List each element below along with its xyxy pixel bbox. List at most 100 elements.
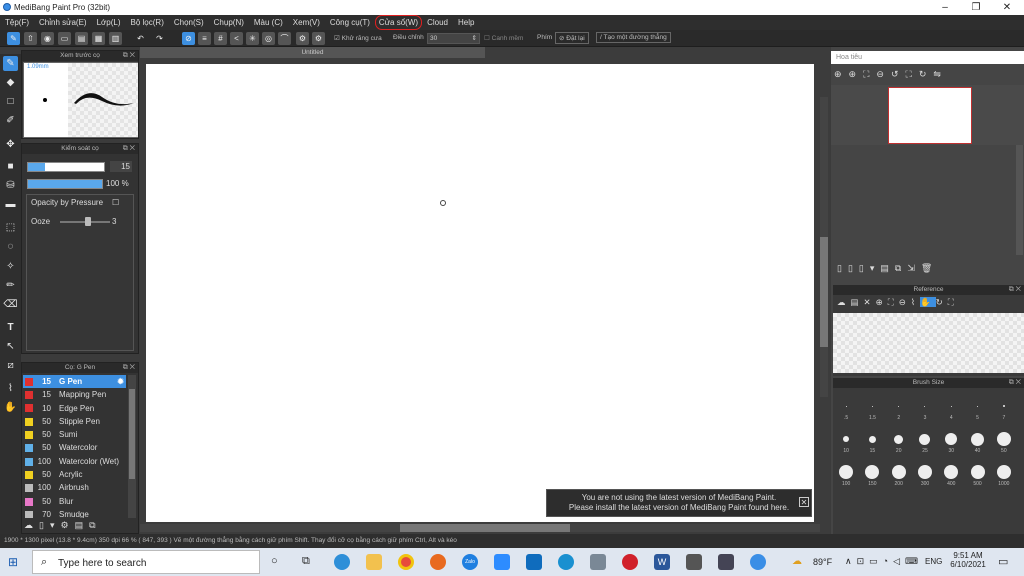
menu-edit[interactable]: Chỉnh sửa(E) xyxy=(34,15,92,30)
brush-settings-icon[interactable]: ✹ xyxy=(117,375,124,388)
cloud-icon[interactable]: ☁ xyxy=(837,297,851,307)
close-button[interactable]: ✕ xyxy=(992,1,1022,14)
drawing-canvas[interactable] xyxy=(146,64,814,522)
size-value[interactable]: 15 xyxy=(110,161,132,172)
magic-wand-icon[interactable]: ✧ xyxy=(3,259,18,274)
brush-size-option[interactable]: 300 xyxy=(912,458,938,491)
brush-size-option[interactable]: 10 xyxy=(833,425,859,458)
menu-window[interactable]: Cửa sổ(W) xyxy=(374,15,423,30)
vertical-scroll-thumb[interactable] xyxy=(820,237,828,347)
update-notice[interactable]: You are not using the latest version of … xyxy=(546,489,812,517)
notice-close-icon[interactable]: ✕ xyxy=(799,497,809,507)
new-brush-icon[interactable]: ▯ xyxy=(39,520,50,530)
fit-icon[interactable]: ⛶ xyxy=(863,69,876,79)
snap-settings-icon[interactable]: ⚙ xyxy=(296,32,309,45)
windows-start-icon[interactable]: ⊞ xyxy=(8,555,18,569)
adjust-input[interactable]: 30 ⇕ xyxy=(427,33,480,44)
brush-size-option[interactable]: 200 xyxy=(886,458,912,491)
brush-item[interactable]: 15 G Pen ✹ xyxy=(23,375,126,389)
opera-icon[interactable] xyxy=(622,554,638,570)
panel-close-icon[interactable]: ⧉ ✕ xyxy=(123,363,135,373)
layer-folder-icon[interactable]: ▤ xyxy=(880,263,895,273)
cortana-icon[interactable]: ○ xyxy=(271,555,278,567)
zoom-out-icon[interactable]: ⊖ xyxy=(899,297,911,307)
browser-icon[interactable] xyxy=(558,554,574,570)
folder-icon[interactable]: ▤ xyxy=(75,520,90,530)
panel-close-icon[interactable]: ⧉ ✕ xyxy=(123,51,135,61)
merge-layer-icon[interactable]: ⇲ xyxy=(907,263,921,273)
snap-options-icon[interactable]: ⚙ xyxy=(312,32,325,45)
antialias-checkbox[interactable]: ☑ Khử răng cưa xyxy=(334,34,382,42)
canvas-tab[interactable]: Untitled xyxy=(140,47,485,58)
brush-list-scrollbar[interactable] xyxy=(128,375,136,518)
vertical-scrollbar[interactable] xyxy=(820,97,828,397)
brush-size-option[interactable]: .5 xyxy=(833,392,859,425)
snap-radial-icon[interactable]: ✳ xyxy=(246,32,259,45)
menu-help[interactable]: Help xyxy=(453,15,479,30)
calculator-icon[interactable] xyxy=(590,554,606,570)
brush-item[interactable]: 15 Mapping Pen xyxy=(23,388,126,401)
rotate-right-icon[interactable]: ↻ xyxy=(919,69,934,79)
straight-line-button[interactable]: / Tạo một đường thẳng xyxy=(596,32,671,43)
minimize-button[interactable]: – xyxy=(930,1,960,14)
menu-select[interactable]: Chọn(S) xyxy=(169,15,209,30)
brush-size-option[interactable]: 5 xyxy=(965,392,991,425)
duplicate-layer-icon[interactable]: ⧉ xyxy=(895,263,907,273)
brush-size-option[interactable]: 3 xyxy=(912,392,938,425)
maximize-button[interactable]: ❐ xyxy=(961,1,991,14)
brush-settings-icon[interactable]: ⚙ xyxy=(60,520,74,530)
ooze-slider-handle[interactable] xyxy=(85,217,91,226)
brush-size-option[interactable]: 50 xyxy=(991,425,1017,458)
menu-cloud[interactable]: Cloud xyxy=(422,15,453,30)
gradient-tool-icon[interactable]: ▬ xyxy=(3,197,18,212)
flip-icon[interactable]: ⇋ xyxy=(933,69,948,79)
edge-icon[interactable] xyxy=(334,554,350,570)
snap-parallel-icon[interactable]: ≡ xyxy=(198,32,211,45)
snap-perspective-icon[interactable]: < xyxy=(230,32,243,45)
brush-mode-icon[interactable]: ✎ xyxy=(7,32,20,45)
blur-tool-icon[interactable]: ✐ xyxy=(3,113,18,128)
hand-icon[interactable]: ✋ xyxy=(920,297,936,307)
brush-item[interactable]: 50 Stipple Pen xyxy=(23,415,126,428)
medibang-taskbar-icon[interactable] xyxy=(750,554,766,570)
duplicate-icon[interactable]: ⧉ xyxy=(89,520,101,530)
mail-icon[interactable] xyxy=(526,554,542,570)
brush-tool-icon[interactable]: ✎ xyxy=(3,56,18,71)
zoom-out-icon[interactable]: ⊖ xyxy=(876,69,891,79)
clock[interactable]: 9:51 AM 6/10/2021 xyxy=(948,551,988,569)
grid-icon[interactable]: ▥ xyxy=(109,32,122,45)
rotate-left-icon[interactable]: ↺ xyxy=(891,69,906,79)
menu-snap[interactable]: Chụp(N) xyxy=(209,15,249,30)
panel-close-icon[interactable]: ⧉ ✕ xyxy=(123,144,135,154)
word-icon[interactable]: W xyxy=(654,554,670,570)
photos-icon[interactable] xyxy=(686,554,702,570)
speech-bubble-icon[interactable]: ◉ xyxy=(41,32,54,45)
brush-item[interactable]: 50 Blur xyxy=(23,495,126,508)
firefox-icon[interactable] xyxy=(430,554,446,570)
select-eraser-icon[interactable]: ⌫ xyxy=(3,297,18,312)
eyedropper-icon[interactable]: ⌇ xyxy=(3,381,18,396)
menu-filter[interactable]: Bộ lọc(R) xyxy=(126,15,169,30)
brush-item[interactable]: 100 Watercolor (Wet) xyxy=(23,455,126,468)
new-layer-icon[interactable]: ▯ xyxy=(837,263,848,273)
reset-button[interactable]: ⊘ Đặt lại xyxy=(555,32,589,44)
bucket-tool-icon[interactable]: ⛁ xyxy=(3,178,18,193)
redo-icon[interactable]: ↷ xyxy=(153,32,166,45)
search-box[interactable]: ⌕ Type here to search xyxy=(32,550,260,574)
brush-size-option[interactable]: 500 xyxy=(965,458,991,491)
layer-scrollbar[interactable] xyxy=(1016,145,1023,255)
hand-tool-icon[interactable]: ✋ xyxy=(3,400,18,415)
adjust-spinner-icon[interactable]: ⇕ xyxy=(472,34,477,43)
add-brush-icon[interactable]: ▾ xyxy=(50,520,61,530)
menu-view[interactable]: Xem(V) xyxy=(288,15,325,30)
brush-size-option[interactable]: 1.5 xyxy=(859,392,885,425)
close-reference-icon[interactable]: ✕ xyxy=(864,297,876,307)
layout-icon[interactable]: ▦ xyxy=(92,32,105,45)
page-icon[interactable]: ▤ xyxy=(75,32,88,45)
cloud-brush-icon[interactable]: ☁ xyxy=(24,520,39,530)
brush-size-option[interactable]: 20 xyxy=(886,425,912,458)
brush-item[interactable]: 50 Watercolor xyxy=(23,441,126,454)
zoom-in-alt-icon[interactable]: ⊕ xyxy=(849,69,864,79)
lasso-icon[interactable]: ◌ xyxy=(3,239,18,254)
file-explorer-icon[interactable] xyxy=(366,554,382,570)
